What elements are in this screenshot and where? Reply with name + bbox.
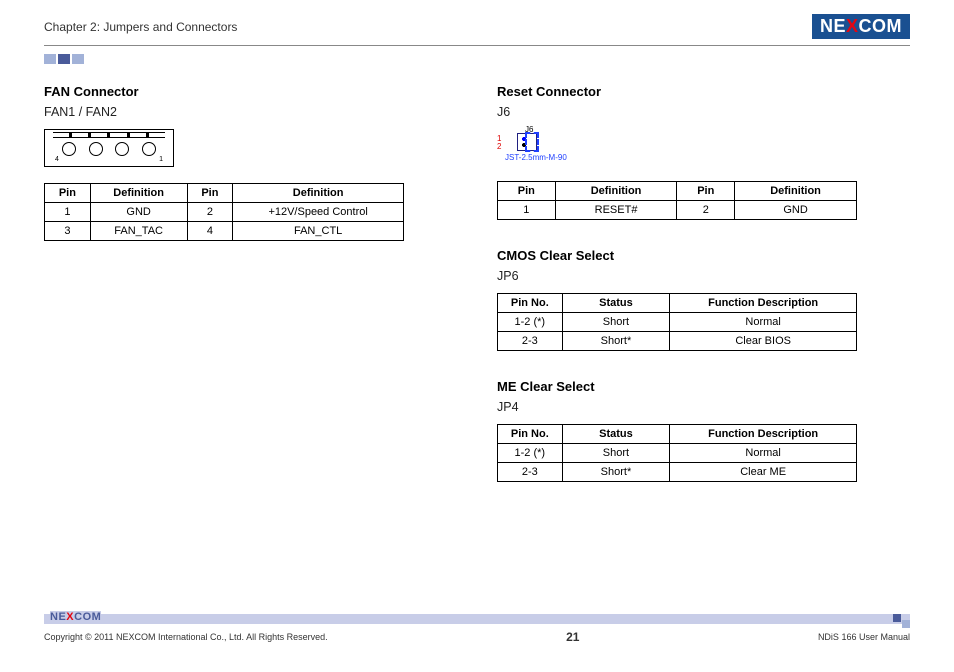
logo-e1: E (833, 16, 846, 36)
reset-th-pin1: Pin (498, 182, 556, 201)
left-column: FAN Connector FAN1 / FAN2 4 1 Pin Defini… (44, 84, 457, 510)
reset-pin2: 2 (497, 143, 501, 151)
cmos-th-func: Function Description (670, 294, 857, 313)
logo-m: M (887, 16, 903, 36)
footer-squares (893, 620, 910, 628)
reset-th-def2: Definition (735, 182, 857, 201)
table-row: 1 RESET# 2 GND (498, 201, 857, 220)
fan-slot (53, 132, 165, 138)
reset-subtitle: J6 (497, 105, 910, 119)
reset-th-def1: Definition (555, 182, 677, 201)
table-row: 1-2 (*) Short Normal (498, 444, 857, 463)
table-row: 3 FAN_TAC 4 FAN_CTL (45, 222, 404, 241)
footer-logo: NEXCOM (50, 611, 101, 623)
logo-x: X (846, 16, 859, 36)
fan-th-pin1: Pin (45, 184, 91, 203)
me-th-func: Function Description (670, 425, 857, 444)
right-column: Reset Connector J6 J6 1 2 JST-2.5mm-M-90… (497, 84, 910, 510)
fan-table: Pin Definition Pin Definition 1 GND 2 +1… (44, 183, 404, 241)
table-row: 2-3 Short* Clear ME (498, 463, 857, 482)
fan-subtitle: FAN1 / FAN2 (44, 105, 457, 119)
reset-part-label: JST-2.5mm-M-90 (505, 153, 567, 162)
page-number: 21 (566, 630, 579, 644)
fan-diagram: 4 1 (44, 129, 174, 167)
cmos-th-status: Status (562, 294, 670, 313)
copyright-text: Copyright © 2011 NEXCOM International Co… (44, 632, 328, 642)
table-row: 1 GND 2 +12V/Speed Control (45, 203, 404, 222)
fan-pin4-label: 4 (55, 156, 59, 163)
cmos-table: Pin No. Status Function Description 1-2 … (497, 293, 857, 351)
fan-th-def2: Definition (233, 184, 404, 203)
reset-diagram: J6 1 2 JST-2.5mm-M-90 (497, 129, 627, 169)
me-subtitle: JP4 (497, 400, 910, 414)
fan-title: FAN Connector (44, 84, 457, 99)
table-row: 2-3 Short* Clear BIOS (498, 332, 857, 351)
logo-n: N (820, 16, 834, 36)
me-th-status: Status (562, 425, 670, 444)
footer-rule (44, 614, 910, 624)
reset-th-pin2: Pin (677, 182, 735, 201)
reset-title: Reset Connector (497, 84, 910, 99)
fan-th-pin2: Pin (187, 184, 233, 203)
cmos-subtitle: JP6 (497, 269, 910, 283)
reset-table: Pin Definition Pin Definition 1 RESET# 2… (497, 181, 857, 220)
brand-logo: NEXCOM (812, 14, 910, 39)
cmos-title: CMOS Clear Select (497, 248, 910, 263)
manual-name: NDiS 166 User Manual (818, 632, 910, 642)
cmos-th-pin: Pin No. (498, 294, 563, 313)
reset-highlight-icon (525, 132, 539, 152)
header-rule (44, 45, 910, 46)
me-table: Pin No. Status Function Description 1-2 … (497, 424, 857, 482)
logo-o: O (872, 16, 887, 36)
decorative-squares (44, 54, 954, 64)
table-row: 1-2 (*) Short Normal (498, 313, 857, 332)
fan-th-def1: Definition (90, 184, 187, 203)
me-title: ME Clear Select (497, 379, 910, 394)
logo-c: C (858, 16, 872, 36)
fan-pin1-label: 1 (159, 156, 163, 163)
me-th-pin: Pin No. (498, 425, 563, 444)
fan-circles (45, 142, 173, 156)
chapter-title: Chapter 2: Jumpers and Connectors (44, 20, 237, 34)
